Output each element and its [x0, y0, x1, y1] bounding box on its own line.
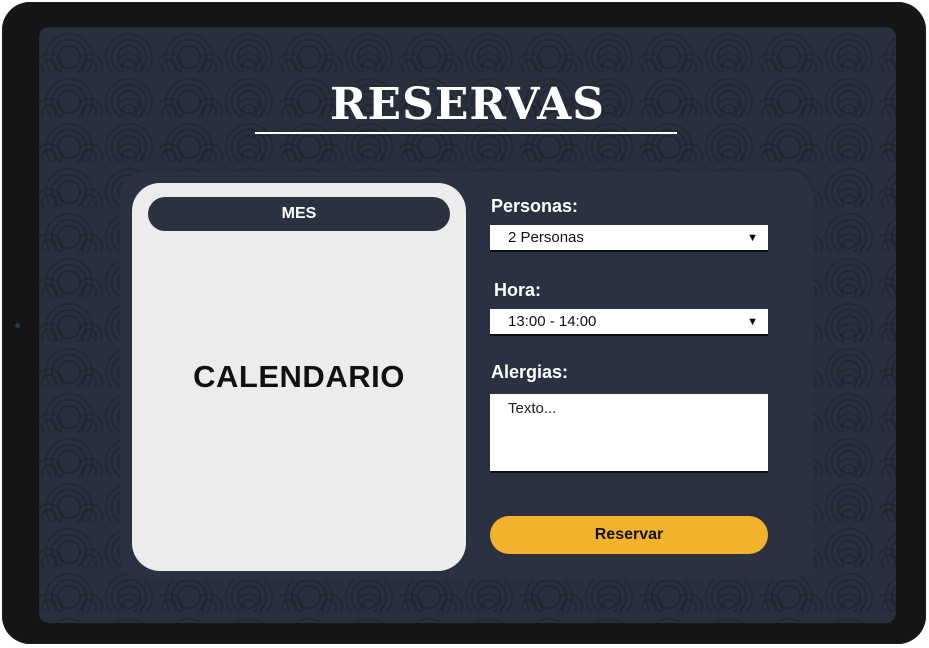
- alergias-placeholder: Texto...: [508, 400, 557, 417]
- personas-value: 2 Personas: [508, 229, 584, 246]
- app-screen: RESERVAS MES CALENDARIO Personas: 2 Pers…: [39, 27, 896, 623]
- alergias-textarea[interactable]: Texto...: [490, 394, 768, 473]
- tablet-frame: RESERVAS MES CALENDARIO Personas: 2 Pers…: [2, 2, 926, 644]
- title-underline: [255, 132, 677, 134]
- calendar-placeholder[interactable]: CALENDARIO: [132, 359, 466, 395]
- reservar-button[interactable]: Reservar: [490, 516, 768, 554]
- personas-label: Personas:: [491, 196, 579, 216]
- alergias-label: Alergias:: [491, 362, 569, 382]
- hora-select[interactable]: 13:00 - 14:00 ▼: [490, 309, 768, 336]
- hora-value: 13:00 - 14:00: [508, 313, 597, 330]
- chevron-down-icon: ▼: [747, 316, 758, 328]
- month-selector[interactable]: MES: [148, 197, 450, 231]
- chevron-down-icon: ▼: [747, 232, 758, 244]
- personas-select[interactable]: 2 Personas ▼: [490, 225, 768, 252]
- hora-label: Hora:: [494, 280, 542, 300]
- camera-dot: [15, 323, 20, 328]
- page-title: RESERVAS: [329, 79, 606, 130]
- calendar-card: MES CALENDARIO: [132, 183, 466, 571]
